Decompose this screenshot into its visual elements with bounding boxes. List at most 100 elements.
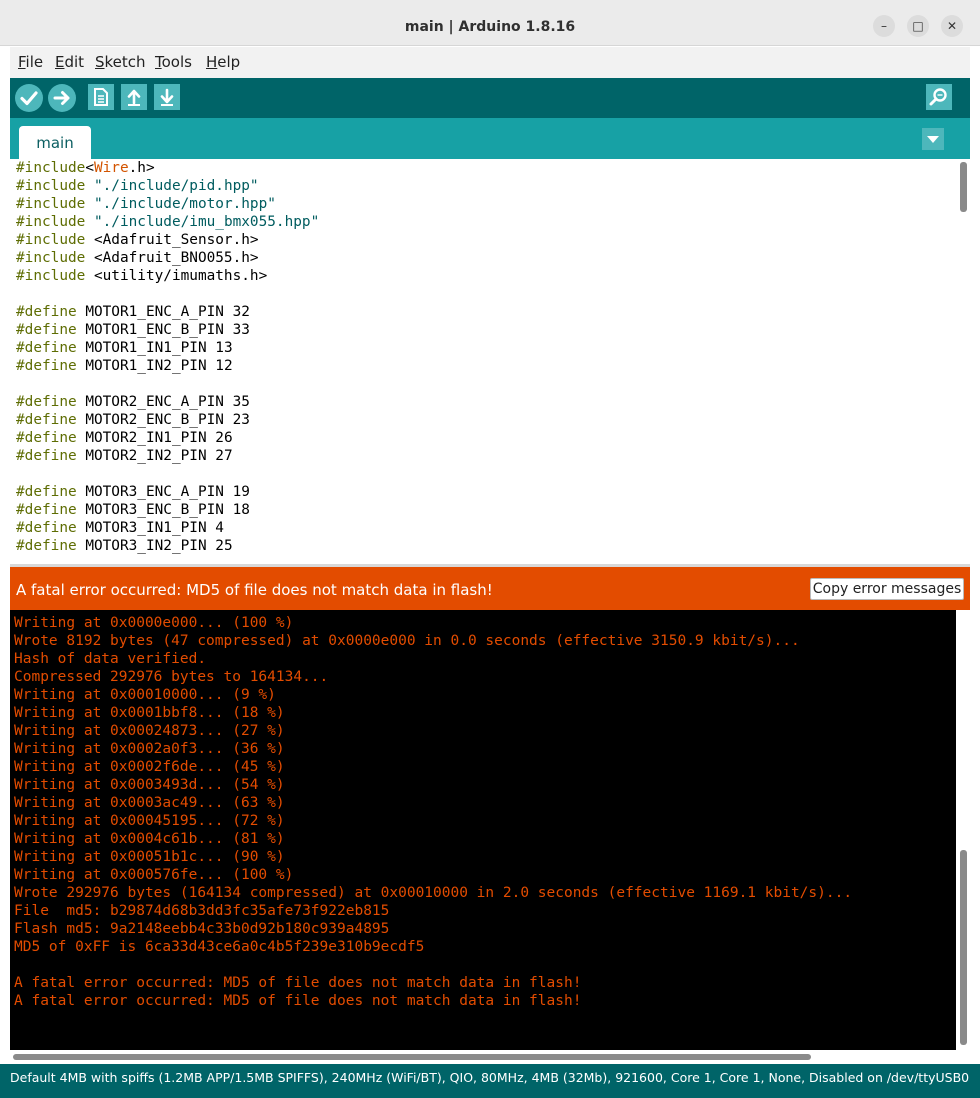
console-vertical-scrollbar-thumb[interactable] bbox=[960, 850, 967, 1045]
verify-button[interactable] bbox=[15, 84, 43, 112]
code-line: #define MOTOR3_ENC_B_PIN 18 bbox=[16, 501, 319, 519]
tab-menu-button[interactable] bbox=[922, 128, 944, 150]
console-line: Writing at 0x0002a0f3... (36 %) bbox=[14, 741, 285, 757]
code-token: #define bbox=[16, 430, 77, 446]
code-line: #include<Wire.h> bbox=[16, 159, 319, 177]
code-line: #define MOTOR3_IN2_PIN 25 bbox=[16, 537, 319, 555]
menu-edit[interactable]: Edit bbox=[55, 53, 84, 71]
code-text: #include<Wire.h> #include "./include/pid.… bbox=[16, 159, 319, 555]
code-line: #define MOTOR1_IN2_PIN 12 bbox=[16, 357, 319, 375]
code-token: <utility/imumaths.h> bbox=[85, 268, 268, 284]
console-line: Wrote 8192 bytes (47 compressed) at 0x00… bbox=[14, 633, 800, 649]
console-line: File md5: b29874d68b3dd3fc35afe73f922eb8… bbox=[14, 903, 390, 919]
code-token: #define bbox=[16, 538, 77, 554]
arrow-down-icon bbox=[160, 88, 174, 106]
code-token: <Adafruit_BNO055.h> bbox=[85, 250, 259, 266]
console-line: Compressed 292976 bytes to 164134... bbox=[14, 669, 329, 685]
code-token: Wire bbox=[93, 160, 129, 176]
code-token: "./include/imu_bmx055.hpp" bbox=[93, 214, 320, 230]
upload-button[interactable] bbox=[48, 84, 76, 112]
code-token: #define bbox=[16, 304, 77, 320]
arrow-up-icon bbox=[127, 89, 141, 106]
code-token: MOTOR1_ENC_B_PIN 33 bbox=[76, 322, 250, 338]
menu-file[interactable]: File bbox=[18, 53, 43, 71]
code-token: #include bbox=[16, 268, 86, 284]
code-token: "./include/motor.hpp" bbox=[93, 196, 276, 212]
menu-bar: File Edit Sketch Tools Help bbox=[10, 47, 970, 78]
code-token: #define bbox=[16, 322, 77, 338]
console-output: Writing at 0x0000e000... (100 %) Wrote 81… bbox=[10, 610, 970, 1050]
menu-help[interactable]: Help bbox=[206, 53, 240, 71]
serial-monitor-button[interactable] bbox=[926, 84, 952, 110]
console-line: Writing at 0x00051b1c... (90 %) bbox=[14, 849, 285, 865]
triangle-down-icon bbox=[927, 136, 939, 143]
code-line: #include <Adafruit_BNO055.h> bbox=[16, 249, 319, 267]
code-token: #include bbox=[16, 178, 86, 194]
code-line: #define MOTOR3_IN1_PIN 4 bbox=[16, 519, 319, 537]
console-line: Writing at 0x00045195... (72 %) bbox=[14, 813, 285, 829]
console-line: Flash md5: 9a2148eebb4c33b0d92b180c939a4… bbox=[14, 921, 390, 937]
new-sketch-button[interactable] bbox=[88, 84, 114, 110]
code-line: #define MOTOR2_ENC_A_PIN 35 bbox=[16, 393, 319, 411]
console-text: Writing at 0x0000e000... (100 %) Wrote 81… bbox=[14, 614, 852, 1010]
code-token: #define bbox=[16, 448, 77, 464]
menu-tools[interactable]: Tools bbox=[155, 53, 192, 71]
console-horizontal-scrollbar-thumb[interactable] bbox=[13, 1054, 811, 1060]
code-token: #include bbox=[16, 196, 86, 212]
console-line: Writing at 0x0003ac49... (63 %) bbox=[14, 795, 285, 811]
code-token: MOTOR2_IN2_PIN 27 bbox=[76, 448, 233, 464]
tab-main[interactable]: main bbox=[19, 126, 91, 159]
code-token: MOTOR2_ENC_A_PIN 35 bbox=[76, 394, 250, 410]
open-sketch-button[interactable] bbox=[121, 84, 147, 110]
editor-scrollbar[interactable] bbox=[956, 159, 970, 564]
code-line: #include <Adafruit_Sensor.h> bbox=[16, 231, 319, 249]
code-token: #include bbox=[16, 232, 86, 248]
code-token: MOTOR1_ENC_A_PIN 32 bbox=[76, 304, 250, 320]
code-token: MOTOR3_ENC_A_PIN 19 bbox=[76, 484, 250, 500]
code-token: #define bbox=[16, 340, 77, 356]
console-line: Writing at 0x00024873... (27 %) bbox=[14, 723, 285, 739]
code-token: MOTOR3_IN1_PIN 4 bbox=[76, 520, 224, 536]
code-editor[interactable]: #include<Wire.h> #include "./include/pid.… bbox=[10, 159, 970, 564]
code-token: #define bbox=[16, 484, 77, 500]
editor-scrollbar-thumb[interactable] bbox=[960, 162, 967, 212]
code-token: .h> bbox=[128, 160, 155, 176]
code-line: #define MOTOR2_ENC_B_PIN 23 bbox=[16, 411, 319, 429]
code-token: #define bbox=[16, 412, 77, 428]
console-line: A fatal error occurred: MD5 of file does… bbox=[14, 993, 582, 1009]
board-info: Default 4MB with spiffs (1.2MB APP/1.5MB… bbox=[10, 1070, 970, 1085]
console-line: Wrote 292976 bytes (164134 compressed) a… bbox=[14, 885, 853, 901]
arrow-right-icon bbox=[53, 91, 70, 105]
code-line: #define MOTOR2_IN2_PIN 27 bbox=[16, 447, 319, 465]
code-token: MOTOR2_ENC_B_PIN 23 bbox=[76, 412, 250, 428]
error-message: A fatal error occurred: MD5 of file does… bbox=[16, 581, 493, 599]
tab-bar: main bbox=[10, 118, 970, 159]
code-line: #include "./include/imu_bmx055.hpp" bbox=[16, 213, 319, 231]
code-token: #define bbox=[16, 520, 77, 536]
maximize-button[interactable]: □ bbox=[907, 15, 929, 37]
toolbar bbox=[10, 78, 970, 118]
close-button[interactable]: ✕ bbox=[941, 15, 963, 37]
copy-error-messages-button[interactable]: Copy error messages bbox=[810, 578, 964, 600]
magnifier-icon bbox=[929, 88, 947, 106]
code-token: "./include/pid.hpp" bbox=[93, 178, 259, 194]
console-line: MD5 of 0xFF is 6ca33d43ce6a0c4b5f239e310… bbox=[14, 939, 425, 955]
console-line: Writing at 0x0000e000... (100 %) bbox=[14, 615, 294, 631]
code-line: #define MOTOR1_ENC_A_PIN 32 bbox=[16, 303, 319, 321]
minimize-button[interactable]: – bbox=[873, 15, 895, 37]
code-token: < bbox=[85, 160, 94, 176]
code-line: #define MOTOR2_IN1_PIN 26 bbox=[16, 429, 319, 447]
code-line: #include <utility/imumaths.h> bbox=[16, 267, 319, 285]
code-token: MOTOR1_IN1_PIN 13 bbox=[76, 340, 233, 356]
code-token: MOTOR2_IN1_PIN 26 bbox=[76, 430, 233, 446]
save-sketch-button[interactable] bbox=[154, 84, 180, 110]
console-line: Writing at 0x0001bbf8... (18 %) bbox=[14, 705, 285, 721]
title-bar: main | Arduino 1.8.16 – □ ✕ bbox=[0, 0, 980, 46]
menu-sketch[interactable]: Sketch bbox=[95, 53, 146, 71]
code-token: #include bbox=[16, 214, 86, 230]
